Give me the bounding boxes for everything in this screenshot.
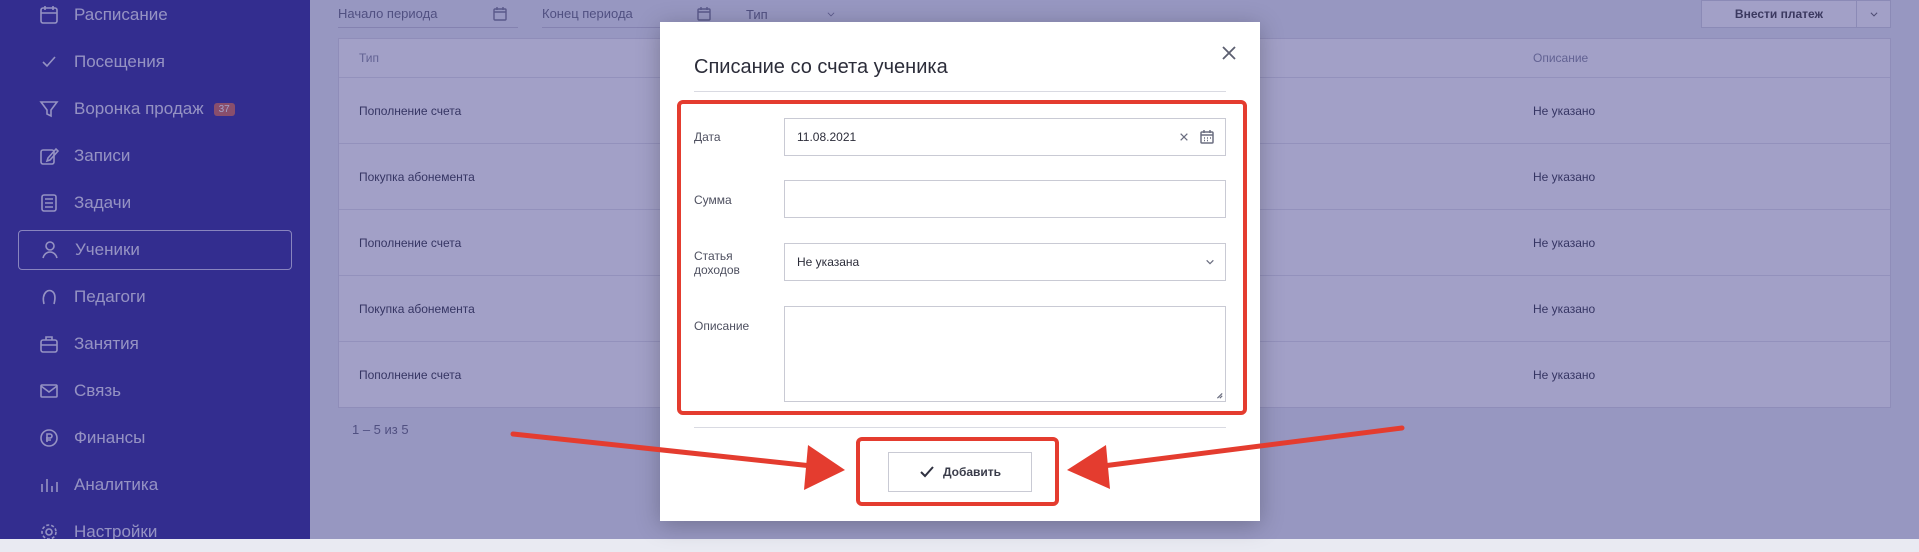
right-arrow-line <box>1100 425 1405 469</box>
left-arrow-head <box>804 445 845 490</box>
left-arrow-line <box>510 431 815 469</box>
annotation-arrows <box>510 425 1405 490</box>
right-arrow-head <box>1067 445 1110 489</box>
